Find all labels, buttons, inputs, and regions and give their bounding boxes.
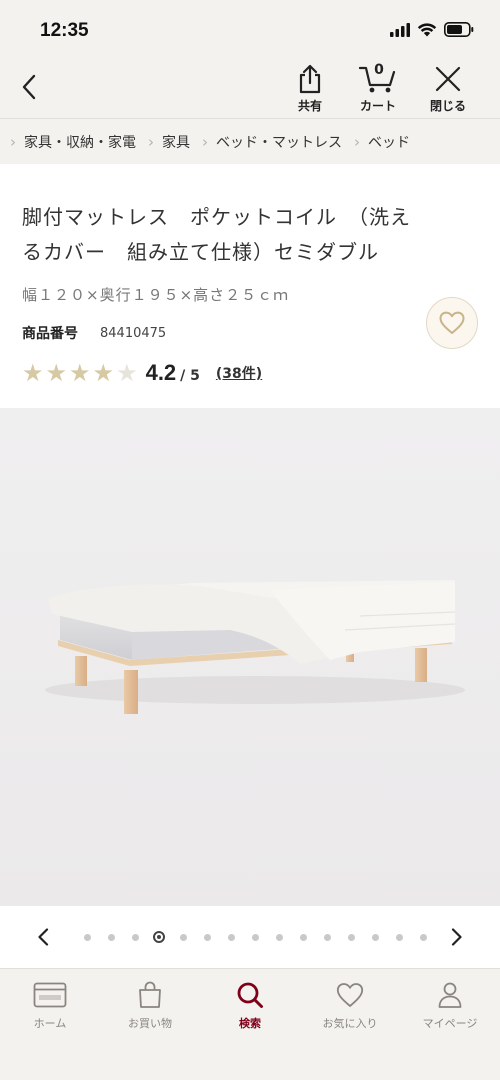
carousel-dot[interactable]	[267, 931, 291, 943]
carousel-dot[interactable]	[363, 931, 387, 943]
chevron-right-icon: ›	[354, 132, 360, 151]
breadcrumb-label: ベッド・マットレス	[216, 134, 342, 151]
cart-button[interactable]: 0 カート	[348, 62, 408, 116]
breadcrumb-label: 家具	[162, 134, 190, 151]
carousel-prev-button[interactable]	[28, 918, 58, 956]
tab-label: お買い物	[128, 1017, 172, 1030]
product-title: 脚付マットレス ポケットコイル （洗え るカバー 組み立て仕様）セミダブル	[22, 200, 482, 270]
cart-count-badge: 0	[374, 62, 384, 78]
carousel-dot[interactable]	[123, 931, 147, 943]
product-title-line: るカバー 組み立て仕様）セミダブル	[22, 240, 379, 264]
carousel-dots	[75, 931, 435, 943]
star-full-icon: ★	[22, 359, 44, 387]
share-button[interactable]: 共有	[280, 62, 340, 116]
tab-home[interactable]: ホーム	[0, 979, 100, 1031]
carousel-dot[interactable]	[75, 931, 99, 943]
rating: ★ ★ ★ ★ ★ 4.2 / 5 (38件)	[22, 360, 262, 386]
favorite-button[interactable]	[426, 297, 478, 349]
chevron-right-icon	[451, 928, 462, 946]
carousel-dot[interactable]	[291, 931, 315, 943]
breadcrumb-label: 家具・収納・家電	[24, 134, 136, 151]
review-count-link[interactable]: (38件)	[216, 363, 262, 383]
tab-label: 検索	[239, 1017, 261, 1030]
cart-label: カート	[359, 99, 396, 113]
carousel-dot[interactable]	[219, 931, 243, 943]
carousel-dot[interactable]	[99, 931, 123, 943]
tab-search[interactable]: 検索	[200, 979, 300, 1031]
rating-max: / 5	[180, 368, 200, 384]
bottom-tab-bar: ホーム お買い物 検索 お気に入り マイページ	[0, 968, 500, 1080]
tab-favorites[interactable]: お気に入り	[300, 979, 400, 1031]
share-label: 共有	[297, 99, 322, 113]
tab-label: マイページ	[422, 1017, 478, 1030]
back-button[interactable]	[14, 70, 44, 104]
tab-label: ホーム	[33, 1017, 67, 1030]
carousel-dot[interactable]	[411, 931, 435, 943]
star-full-icon: ★	[45, 359, 68, 387]
star-full-icon: ★	[69, 359, 91, 387]
heart-icon	[439, 311, 465, 334]
rating-value: 4.2	[145, 360, 177, 385]
product-dimensions: 幅１２０×奥行１９５×高さ２５ｃｍ	[22, 286, 290, 304]
store-card-icon	[33, 982, 67, 1008]
breadcrumb-item[interactable]: › 家具	[148, 132, 202, 152]
chevron-left-icon	[38, 928, 49, 946]
product-title-line: 脚付マットレス ポケットコイル （洗え	[22, 205, 411, 229]
close-label: 閉じる	[429, 99, 466, 113]
breadcrumb-label: ベッド	[368, 134, 410, 151]
product-info: 脚付マットレス ポケットコイル （洗え るカバー 組み立て仕様）セミダブル 幅１…	[0, 164, 500, 408]
product-code: 商品番号 84410475	[22, 323, 166, 343]
shopping-bag-icon	[139, 981, 161, 1008]
product-code-value: 84410475	[100, 325, 167, 341]
breadcrumb-item[interactable]: › ベッド・マットレス	[202, 132, 354, 152]
star-full-icon: ★	[92, 359, 115, 387]
mattress-illustration	[45, 580, 465, 714]
heart-icon	[336, 983, 364, 1007]
wifi-icon	[417, 23, 437, 37]
battery-icon	[444, 22, 474, 37]
product-image[interactable]	[0, 408, 500, 906]
breadcrumb: › 家具・収納・家電 › 家具 › ベッド・マットレス › ベッド	[0, 118, 500, 164]
carousel-next-button[interactable]	[442, 918, 472, 956]
carousel-dot[interactable]	[315, 931, 339, 943]
chevron-right-icon: ›	[148, 132, 154, 151]
search-icon	[237, 982, 263, 1008]
carousel-dot[interactable]	[243, 931, 267, 943]
chevron-left-icon	[22, 74, 36, 100]
carousel-dot[interactable]	[195, 931, 219, 943]
carousel-dot[interactable]	[171, 931, 195, 943]
breadcrumb-item[interactable]: › 家具・収納・家電	[10, 132, 148, 152]
carousel-dot[interactable]	[147, 931, 171, 943]
rating-stars: ★ ★ ★ ★ ★	[22, 361, 138, 385]
carousel-dot[interactable]	[387, 931, 411, 943]
status-icons	[390, 22, 474, 37]
person-icon	[438, 982, 462, 1008]
close-icon	[435, 66, 461, 92]
app-header: 共有 0 カート 閉じる	[0, 56, 500, 118]
status-time: 12:35	[40, 20, 89, 41]
close-button[interactable]: 閉じる	[418, 62, 478, 116]
chevron-right-icon: ›	[202, 132, 208, 151]
tab-shopping[interactable]: お買い物	[100, 979, 200, 1031]
status-bar: 12:35	[0, 0, 500, 56]
chevron-right-icon: ›	[10, 132, 16, 151]
carousel-dot[interactable]	[339, 931, 363, 943]
share-icon	[299, 64, 321, 94]
tab-mypage[interactable]: マイページ	[400, 979, 500, 1031]
image-carousel-nav	[0, 906, 500, 968]
tab-label: お気に入り	[322, 1017, 378, 1030]
star-empty-icon: ★	[116, 359, 138, 387]
product-code-label: 商品番号	[22, 326, 78, 342]
signal-icon	[390, 22, 410, 37]
breadcrumb-item[interactable]: › ベッド	[354, 132, 422, 152]
